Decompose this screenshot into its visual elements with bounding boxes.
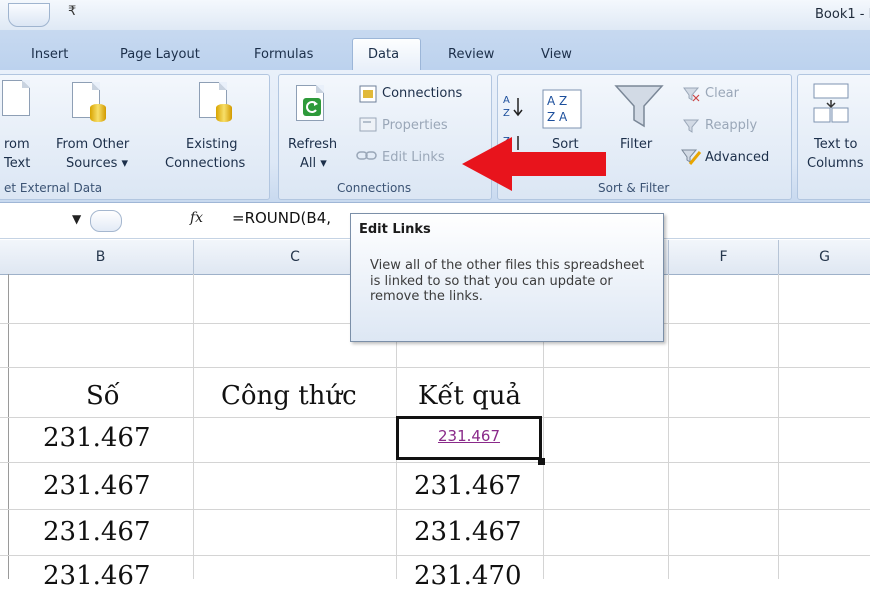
refresh-arrows-icon [303, 98, 321, 116]
from-text-label-2[interactable]: Text [4, 156, 30, 171]
tab-page-layout[interactable]: Page Layout [120, 47, 200, 62]
existing-connections-label-2[interactable]: Connections [165, 156, 245, 171]
reapply-button[interactable]: Reapply [705, 118, 757, 133]
cell-d5[interactable]: 231.467 [414, 471, 522, 501]
group-label-connections: Connections [337, 181, 412, 195]
svg-text:A Z: A Z [547, 94, 567, 108]
title-bar [0, 0, 870, 31]
properties-icon [359, 117, 377, 132]
formula-bar-expand-icon[interactable] [90, 210, 122, 232]
grid-line [0, 555, 870, 556]
grid-line [193, 274, 194, 579]
text-to-columns-label-2[interactable]: Columns [807, 156, 864, 171]
svg-text:Z: Z [503, 108, 510, 119]
existing-connections-label-1[interactable]: Existing [186, 137, 238, 152]
cell-b6[interactable]: 231.467 [43, 517, 151, 547]
database-icon [216, 104, 232, 122]
refresh-all-label-2[interactable]: All ▾ [300, 156, 327, 171]
group-label-get-external-data: et External Data [4, 181, 103, 195]
svg-text:A: A [503, 95, 510, 106]
advanced-button[interactable]: Advanced [705, 150, 769, 165]
tooltip-title: Edit Links [359, 222, 431, 237]
red-arrow-annotation [462, 137, 606, 191]
grid-line [0, 367, 870, 368]
sort-a-to-z-icon[interactable]: A Z [502, 92, 524, 120]
database-icon [90, 104, 106, 122]
grid-line [668, 274, 669, 579]
customize-toolbar-icon[interactable]: ₹ [68, 4, 76, 19]
tab-view[interactable]: View [541, 47, 572, 62]
properties-button[interactable]: Properties [382, 118, 448, 133]
cell-c-header[interactable]: Công thức [221, 381, 357, 411]
cell-d-header[interactable]: Kết quả [418, 381, 521, 411]
cell-b7[interactable]: 231.467 [43, 561, 151, 591]
clear-button[interactable]: Clear [705, 86, 739, 101]
grid-line [0, 509, 870, 510]
fill-handle[interactable] [538, 458, 545, 465]
grid-line [778, 274, 779, 579]
refresh-all-label-1[interactable]: Refresh [288, 137, 337, 152]
column-header-b[interactable]: B [8, 240, 194, 274]
cell-b-header[interactable]: Số [86, 381, 120, 411]
clear-icon [683, 87, 700, 102]
tab-formulas[interactable]: Formulas [254, 47, 313, 62]
tab-data[interactable]: Data [368, 47, 399, 62]
from-text-label-1[interactable]: rom [4, 137, 30, 152]
cell-d7[interactable]: 231.470 [414, 561, 522, 591]
window-left-edge [8, 274, 9, 579]
formula-input[interactable]: =ROUND(B4, [232, 209, 331, 227]
cell-b5[interactable]: 231.467 [43, 471, 151, 501]
selected-cell-d4[interactable] [396, 416, 542, 460]
filter-button[interactable]: Filter [620, 137, 652, 152]
from-text-icon[interactable] [2, 80, 30, 116]
insert-function-icon[interactable]: fx [190, 210, 203, 226]
reapply-icon [683, 119, 700, 133]
tab-review[interactable]: Review [448, 47, 494, 62]
cell-d6[interactable]: 231.467 [414, 517, 522, 547]
tab-insert[interactable]: Insert [31, 47, 68, 62]
text-to-columns-label-1[interactable]: Text to [814, 137, 857, 152]
edit-links-icon [356, 151, 377, 160]
column-header-g[interactable]: G [779, 240, 870, 274]
quick-access-toolbar[interactable] [8, 3, 50, 27]
connections-icon [359, 85, 377, 103]
name-box-dropdown-icon[interactable]: ▼ [72, 212, 81, 226]
grid-line [0, 462, 870, 463]
edit-links-button[interactable]: Edit Links [382, 150, 445, 165]
from-other-sources-label-2[interactable]: Sources ▾ [66, 156, 128, 171]
column-header-f[interactable]: F [669, 240, 779, 274]
filter-funnel-icon[interactable] [614, 84, 664, 130]
sort-dialog-icon[interactable]: A Z Z A [542, 89, 582, 129]
text-to-columns-icon[interactable] [812, 82, 852, 124]
window-title: Book1 - M [815, 7, 870, 22]
from-other-sources-label-1[interactable]: From Other [56, 137, 129, 152]
advanced-filter-icon [681, 149, 702, 165]
tooltip-body: View all of the other files this spreads… [370, 258, 645, 304]
connections-button[interactable]: Connections [382, 86, 462, 101]
cell-b4[interactable]: 231.467 [43, 423, 151, 453]
svg-text:Z A: Z A [547, 110, 568, 124]
